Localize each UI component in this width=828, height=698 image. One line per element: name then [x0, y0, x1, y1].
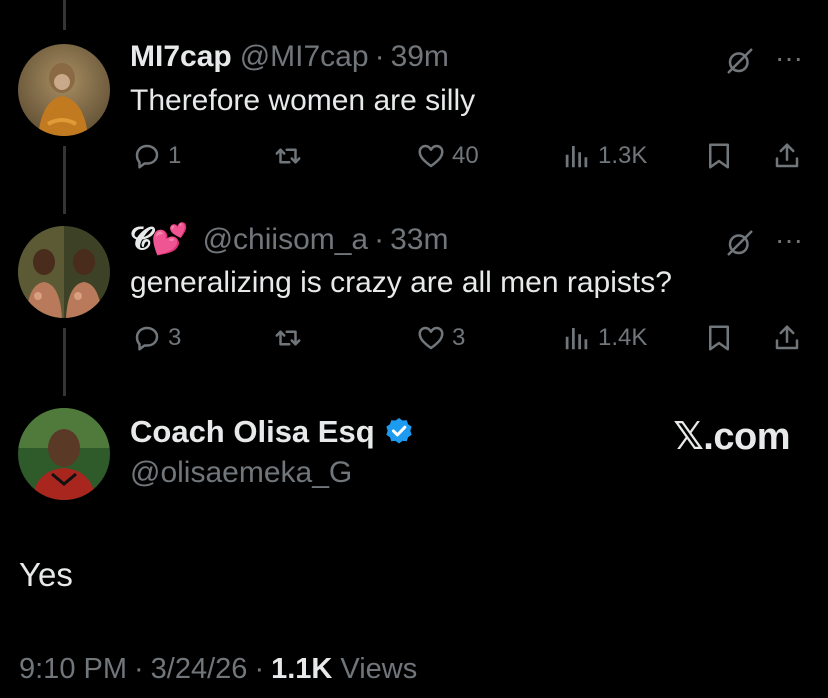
thread-line-2 [63, 328, 66, 396]
meta-sep-2: · [254, 653, 265, 685]
reply-1-header: MI7cap @MI7cap · 39m [130, 40, 449, 74]
bookmark-icon [709, 143, 729, 169]
reply-count: 1 [168, 142, 182, 169]
reply-2-actions: 3 3 1.4K [130, 318, 810, 358]
reply-button-2[interactable]: 3 [132, 318, 181, 358]
views-icon [565, 146, 588, 168]
avatar-reply-1[interactable] [18, 44, 110, 136]
verified-badge-icon[interactable] [383, 416, 415, 448]
share-icon [775, 143, 799, 168]
avatar-reply-2[interactable] [18, 226, 110, 318]
avatar-main[interactable] [18, 408, 110, 500]
main-time[interactable]: 9:10 PM [19, 653, 127, 686]
views-icon [565, 328, 588, 350]
repost-icon [275, 148, 301, 164]
views-count: 1.3K [598, 142, 648, 169]
reply-2-time[interactable]: 33m [390, 223, 448, 257]
share-icon [775, 325, 799, 350]
reply-1-text: Therefore women are silly [130, 84, 476, 117]
like-count-2: 3 [452, 324, 466, 351]
main-name[interactable]: Coach Olisa Esq [130, 414, 375, 450]
more-icon-2[interactable]: ··· [775, 226, 803, 254]
repost-button-2[interactable] [272, 318, 304, 358]
reply-1-actions: 1 40 1.3K [130, 136, 810, 176]
reply-2-name[interactable]: 𝓒💕 [130, 222, 189, 257]
grok-icon-2[interactable] [725, 228, 755, 263]
x-watermark: 𝕏.com [673, 416, 790, 458]
reply-1-name[interactable]: MI7cap [130, 40, 232, 74]
like-button[interactable]: 40 [416, 136, 479, 176]
like-button-2[interactable]: 3 [416, 318, 465, 358]
views-count-2: 1.4K [598, 324, 648, 351]
repost-button[interactable] [272, 136, 304, 176]
reply-button[interactable]: 1 [132, 136, 181, 176]
reply-1-handle[interactable]: @MI7cap [240, 40, 369, 74]
main-views-label: Views [340, 653, 418, 685]
reply-2-dot: · [374, 223, 385, 256]
meta-sep-1: · [134, 653, 144, 685]
reply-count-2: 3 [168, 324, 182, 351]
reply-1-dot: · [374, 40, 385, 73]
like-icon [418, 326, 444, 350]
main-tweet-text: Yes [19, 556, 73, 593]
main-name-row: Coach Olisa Esq [130, 414, 415, 450]
bookmark-button[interactable] [704, 136, 734, 176]
reply-2-text: generalizing is crazy are all men rapist… [130, 266, 672, 299]
like-icon [418, 144, 444, 168]
main-meta: 9:10 PM · 3/24/26 · 1.1K Views [19, 653, 417, 686]
grok-icon[interactable] [725, 46, 755, 81]
main-handle[interactable]: @olisaemeka_G [130, 456, 352, 490]
reply-icon [135, 144, 159, 169]
reply-2-header: 𝓒💕 @chiisom_a · 33m [130, 222, 448, 257]
main-date[interactable]: 3/24/26 [151, 653, 248, 686]
reply-1-time[interactable]: 39m [391, 40, 449, 74]
share-button-2[interactable] [772, 318, 802, 358]
more-icon[interactable]: ··· [775, 44, 803, 72]
thread-line-1 [63, 146, 66, 214]
bookmark-icon [709, 325, 729, 351]
repost-icon [275, 330, 301, 346]
like-count: 40 [452, 142, 479, 169]
thread-line-top [63, 0, 66, 30]
share-button[interactable] [772, 136, 802, 176]
reply-icon [135, 326, 159, 351]
views-button[interactable]: 1.3K [562, 136, 647, 176]
bookmark-button-2[interactable] [704, 318, 734, 358]
reply-2-handle[interactable]: @chiisom_a [203, 223, 369, 257]
main-views-count[interactable]: 1.1K [271, 653, 332, 686]
views-button-2[interactable]: 1.4K [562, 318, 647, 358]
